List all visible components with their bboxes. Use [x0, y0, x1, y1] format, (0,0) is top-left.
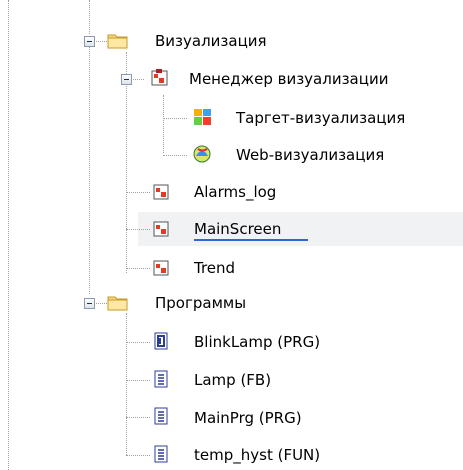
- tree-item-target-visualization[interactable]: Таргет-визуализация: [236, 109, 405, 127]
- visualization-manager-icon: [150, 68, 170, 88]
- folder-icon: [107, 293, 128, 311]
- tree-item-web-visualization[interactable]: Web-визуализация: [236, 146, 384, 164]
- tree-item-temp-hyst[interactable]: temp_hyst (FUN): [194, 446, 320, 464]
- tree-connector: [126, 229, 150, 230]
- function-block-icon: [152, 369, 170, 389]
- web-visualization-icon: [191, 144, 213, 164]
- tree-connector: [126, 192, 150, 193]
- tree-item-alarms-log[interactable]: Alarms_log: [194, 183, 276, 201]
- tree-connector: [126, 82, 127, 273]
- tree-connector: [163, 95, 164, 153]
- collapse-programs-button[interactable]: [84, 298, 95, 309]
- folder-icon: [107, 31, 128, 49]
- tree-connector: [163, 118, 187, 119]
- visualization-icon: [152, 220, 170, 238]
- tree-connector: [126, 342, 150, 343]
- tree-connector: [126, 313, 127, 455]
- tree-item-visualization-manager[interactable]: Менеджер визуализации: [189, 70, 388, 88]
- tree-item-main-screen[interactable]: MainScreen: [194, 220, 281, 238]
- tree-connector: [126, 380, 150, 381]
- tree-connector: [126, 268, 150, 269]
- tree-connector: [126, 52, 127, 74]
- tree-item-mainprg[interactable]: MainPrg (PRG): [194, 409, 302, 427]
- program-icon: [152, 331, 170, 351]
- tree-item-trend[interactable]: Trend: [194, 259, 235, 277]
- tree-connector: [126, 455, 150, 456]
- tree-item-programs[interactable]: Программы: [155, 294, 246, 312]
- tree-connector: [163, 155, 187, 156]
- collapse-visualization-manager-button[interactable]: [121, 74, 132, 85]
- program-icon: [152, 406, 170, 426]
- tree-connector: [89, 0, 90, 34]
- selection-underline: [194, 239, 308, 241]
- target-visualization-icon: [193, 108, 212, 126]
- tree-item-blinklamp[interactable]: BlinkLamp (PRG): [194, 333, 320, 351]
- left-tree-guide: [8, 0, 9, 470]
- function-icon: [152, 444, 170, 464]
- visualization-icon: [152, 259, 170, 277]
- tree-item-lamp[interactable]: Lamp (FB): [194, 371, 271, 389]
- tree-connector: [89, 46, 90, 294]
- tree-item-visualization[interactable]: Визуализация: [155, 32, 267, 50]
- tree-connector: [126, 417, 150, 418]
- visualization-icon: [152, 183, 170, 201]
- collapse-visualization-button[interactable]: [84, 36, 95, 47]
